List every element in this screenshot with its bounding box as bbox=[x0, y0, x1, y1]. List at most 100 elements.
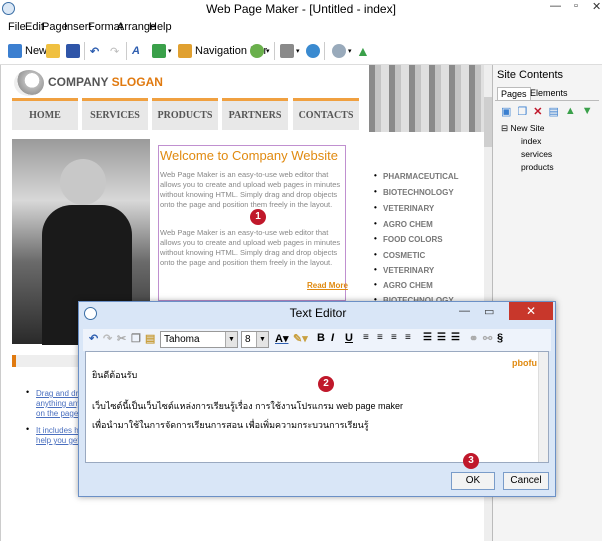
tree-root[interactable]: ⊟ New Site bbox=[501, 123, 545, 134]
panel-tabs: Pages Elements bbox=[495, 87, 599, 101]
cancel-button[interactable]: Cancel bbox=[503, 472, 549, 490]
insert-object-button[interactable]: ▾ bbox=[250, 42, 270, 60]
minimize-button[interactable]: — bbox=[550, 0, 561, 12]
read-more-link[interactable]: Read More bbox=[307, 281, 348, 290]
dropdown-arrow-icon: ▾ bbox=[296, 48, 300, 55]
maximize-button[interactable]: ▫ bbox=[574, 0, 578, 12]
add-page-icon[interactable]: ▣ bbox=[501, 105, 511, 118]
copy-icon[interactable]: ❐ bbox=[131, 332, 141, 345]
nav-services[interactable]: SERVICES bbox=[82, 98, 148, 130]
dropdown-arrow-icon: ▾ bbox=[168, 48, 172, 55]
globe-icon bbox=[306, 44, 320, 58]
special-char-icon[interactable]: § bbox=[497, 332, 503, 344]
open-button[interactable] bbox=[46, 42, 60, 60]
page-properties-icon[interactable]: ▤ bbox=[549, 105, 559, 118]
redo-button[interactable]: ↷ bbox=[110, 42, 119, 60]
numbered-list-icon[interactable]: ☰ bbox=[437, 332, 446, 343]
undo-icon[interactable]: ↶ bbox=[89, 332, 98, 345]
object-icon bbox=[250, 44, 264, 58]
tree-item-services[interactable]: services bbox=[521, 149, 552, 159]
bullet-link[interactable]: on the page. bbox=[36, 409, 80, 419]
size-select[interactable]: 8 ▼ bbox=[241, 331, 269, 348]
italic-button[interactable]: I bbox=[331, 332, 334, 344]
logo-text: COMPANY SLOGAN bbox=[48, 75, 163, 89]
cut-icon[interactable]: ✂ bbox=[117, 332, 126, 345]
insert-image-button[interactable]: ▾ bbox=[152, 42, 172, 60]
tab-pages[interactable]: Pages bbox=[497, 87, 531, 100]
delete-icon[interactable]: ✕ bbox=[533, 105, 542, 118]
callout-badge-2: 2 bbox=[318, 376, 334, 392]
editor-line-2: เว็บไซต์นี้เป็นเว็บไซต์แหล่งการเรียนรู้เ… bbox=[92, 401, 403, 411]
underline-button[interactable]: U bbox=[345, 332, 353, 344]
unlink-icon[interactable]: ⚯ bbox=[483, 332, 492, 345]
text-editor-dialog: Text Editor — ▭ ✕ ↶ ↷ ✂ ❐ ▤ Tahoma ▼ 8 ▼… bbox=[78, 301, 556, 497]
header-building-image bbox=[369, 65, 492, 132]
toolbar: New ↶ ↷ A ▾ Navigation Bar ▾ ▾ ▾ ▲ bbox=[0, 37, 602, 65]
link-icon[interactable]: ⚭ bbox=[469, 332, 478, 345]
nav-home[interactable]: HOME bbox=[12, 98, 78, 130]
category-item[interactable]: VETERINARY bbox=[374, 203, 434, 213]
undo-icon: ↶ bbox=[90, 45, 100, 58]
bullet-list-icon[interactable]: ☰ bbox=[423, 332, 432, 343]
category-item[interactable]: FOOD COLORS bbox=[374, 234, 442, 244]
welcome-paragraph-1: Web Page Maker is an easy-to-use web edi… bbox=[160, 170, 341, 209]
insert-text-button[interactable]: A bbox=[132, 42, 140, 60]
text-editor-area[interactable]: pbofu ยินดีต้อนรับ เว็บไซต์นี้เป็นเว็บไซ… bbox=[85, 351, 549, 463]
nav-partners[interactable]: PARTNERS bbox=[222, 98, 288, 130]
properties-icon bbox=[280, 44, 294, 58]
category-item[interactable]: AGRO CHEM bbox=[374, 219, 433, 229]
category-item[interactable]: PHARMACEUTICAL bbox=[374, 171, 459, 181]
nav-products[interactable]: PRODUCTS bbox=[152, 98, 218, 130]
new-button[interactable]: New bbox=[8, 42, 47, 60]
dialog-close-button[interactable]: ✕ bbox=[509, 302, 553, 320]
font-color-icon[interactable]: A▾ bbox=[275, 332, 288, 345]
category-item[interactable]: AGRO CHEM bbox=[374, 280, 433, 290]
align-right-icon[interactable]: ≡ bbox=[391, 332, 397, 343]
copy-page-icon[interactable]: ❐ bbox=[517, 105, 527, 118]
nav-contacts[interactable]: CONTACTS bbox=[293, 98, 359, 130]
logo-icon bbox=[14, 70, 44, 96]
tree-item-products[interactable]: products bbox=[521, 162, 554, 172]
category-item[interactable]: VETERINARY bbox=[374, 265, 434, 275]
tab-elements[interactable]: Elements bbox=[527, 87, 571, 99]
publish-button[interactable] bbox=[306, 42, 320, 60]
divider bbox=[84, 42, 85, 60]
divider bbox=[274, 42, 275, 60]
category-item[interactable]: COSMETIC bbox=[374, 250, 425, 260]
align-left-icon[interactable]: ≡ bbox=[363, 332, 369, 343]
menu-help[interactable]: Help bbox=[149, 21, 172, 33]
divider bbox=[324, 42, 325, 60]
editor-toolbar: ↶ ↷ ✂ ❐ ▤ Tahoma ▼ 8 ▼ A▾ ✎▾ B I U ≡ ≡ ≡… bbox=[83, 329, 551, 351]
menu-file[interactable]: File bbox=[8, 21, 26, 33]
bullet-dot: • bbox=[26, 424, 30, 434]
indent-icon[interactable]: ☰ bbox=[451, 332, 460, 343]
close-button[interactable]: ✕ bbox=[592, 0, 601, 13]
redo-icon[interactable]: ↷ bbox=[103, 332, 112, 345]
save-icon bbox=[66, 44, 80, 58]
justify-icon[interactable]: ≡ bbox=[405, 332, 411, 343]
arrow-up-icon[interactable]: ▲ bbox=[565, 105, 576, 118]
logo-company: COMPANY bbox=[48, 75, 109, 89]
paste-icon[interactable]: ▤ bbox=[145, 332, 155, 345]
tree-item-index[interactable]: index bbox=[521, 136, 541, 146]
save-button[interactable] bbox=[66, 42, 80, 60]
editor-scrollbar[interactable] bbox=[538, 352, 548, 462]
zoom-button[interactable]: ▾ bbox=[332, 42, 352, 60]
bold-button[interactable]: B bbox=[317, 332, 325, 344]
properties-button[interactable]: ▾ bbox=[280, 42, 300, 60]
callout-badge-1: 1 bbox=[250, 209, 266, 225]
scrollbar-thumb[interactable] bbox=[484, 97, 492, 147]
upload-button[interactable]: ▲ bbox=[356, 42, 370, 60]
dialog-minimize-button[interactable]: — bbox=[459, 305, 470, 317]
category-item[interactable]: BIOTECHNOLOGY bbox=[374, 187, 454, 197]
font-select[interactable]: Tahoma ▼ bbox=[160, 331, 238, 348]
dialog-maximize-button[interactable]: ▭ bbox=[484, 305, 494, 318]
highlight-icon[interactable]: ✎▾ bbox=[293, 332, 308, 345]
align-center-icon[interactable]: ≡ bbox=[377, 332, 383, 343]
welcome-title: Welcome to Company Website bbox=[160, 148, 338, 163]
ok-button[interactable]: OK bbox=[451, 472, 495, 490]
undo-button[interactable]: ↶ bbox=[90, 42, 99, 60]
arrow-down-icon[interactable]: ▼ bbox=[582, 105, 593, 118]
redo-icon: ↷ bbox=[110, 45, 120, 58]
magnifier-icon bbox=[332, 44, 346, 58]
